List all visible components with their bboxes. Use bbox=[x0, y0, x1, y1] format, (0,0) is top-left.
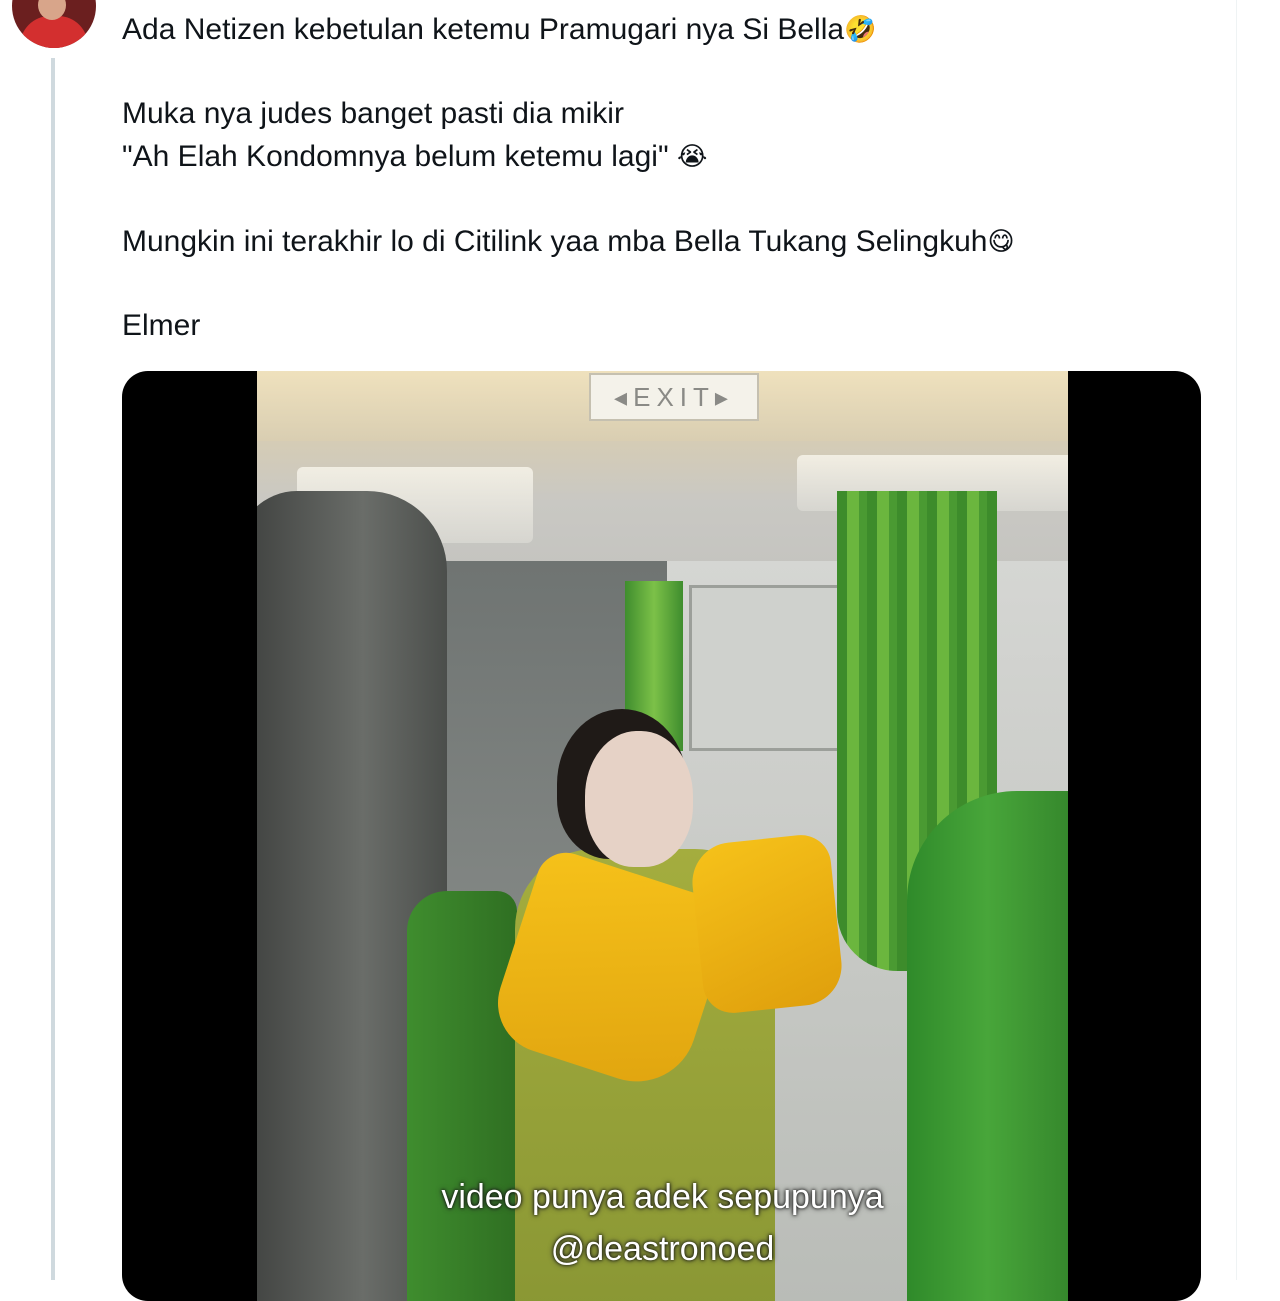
rofl-emoji-icon: 🤣 bbox=[844, 14, 877, 44]
tweet-line-1-text: Ada Netizen kebetulan ketemu Pramugari n… bbox=[122, 13, 845, 46]
tweet-signature: Elmer bbox=[122, 305, 1222, 347]
avatar[interactable] bbox=[12, 0, 96, 48]
avatar-shirt bbox=[20, 16, 88, 48]
tweet-line-4-text: Mungkin ini terakhir lo di Citilink yaa … bbox=[122, 225, 988, 258]
video-caption-line-1: video punya adek sepupunya bbox=[441, 1178, 884, 1216]
video-frame[interactable]: ◂EXIT▸ video punya adek sepupunya @deast… bbox=[257, 371, 1068, 1301]
tweet-line-1: Ada Netizen kebetulan ketemu Pramugari n… bbox=[122, 8, 1222, 51]
yum-emoji-icon: 😋 bbox=[987, 226, 1015, 256]
video-media[interactable]: ◂EXIT▸ video punya adek sepupunya @deast… bbox=[122, 371, 1201, 1301]
tweet-line-3: "Ah Elah Kondomnya belum ketemu lagi" 😭 bbox=[122, 135, 1222, 178]
seat-right bbox=[907, 791, 1068, 1301]
tweet-text: Ada Netizen kebetulan ketemu Pramugari n… bbox=[122, 8, 1222, 347]
life-vest-right bbox=[688, 832, 846, 1016]
video-caption-line-2: @deastronoed bbox=[550, 1230, 775, 1268]
tweet-line-4: Mungkin ini terakhir lo di Citilink yaa … bbox=[122, 220, 1222, 263]
exit-sign: ◂EXIT▸ bbox=[589, 373, 759, 421]
tweet-line-3-text: "Ah Elah Kondomnya belum ketemu lagi" bbox=[122, 140, 677, 173]
thread-line bbox=[51, 58, 55, 1280]
tweet-line-5-text: Elmer bbox=[122, 309, 201, 342]
crying-emoji-icon: 😭 bbox=[676, 141, 708, 171]
tweet-line-2-text: Muka nya judes banget pasti dia mikir bbox=[122, 97, 624, 130]
column-border bbox=[1236, 0, 1237, 1280]
tweet-line-2: Muka nya judes banget pasti dia mikir bbox=[122, 93, 1222, 135]
attendant-face bbox=[585, 731, 693, 867]
